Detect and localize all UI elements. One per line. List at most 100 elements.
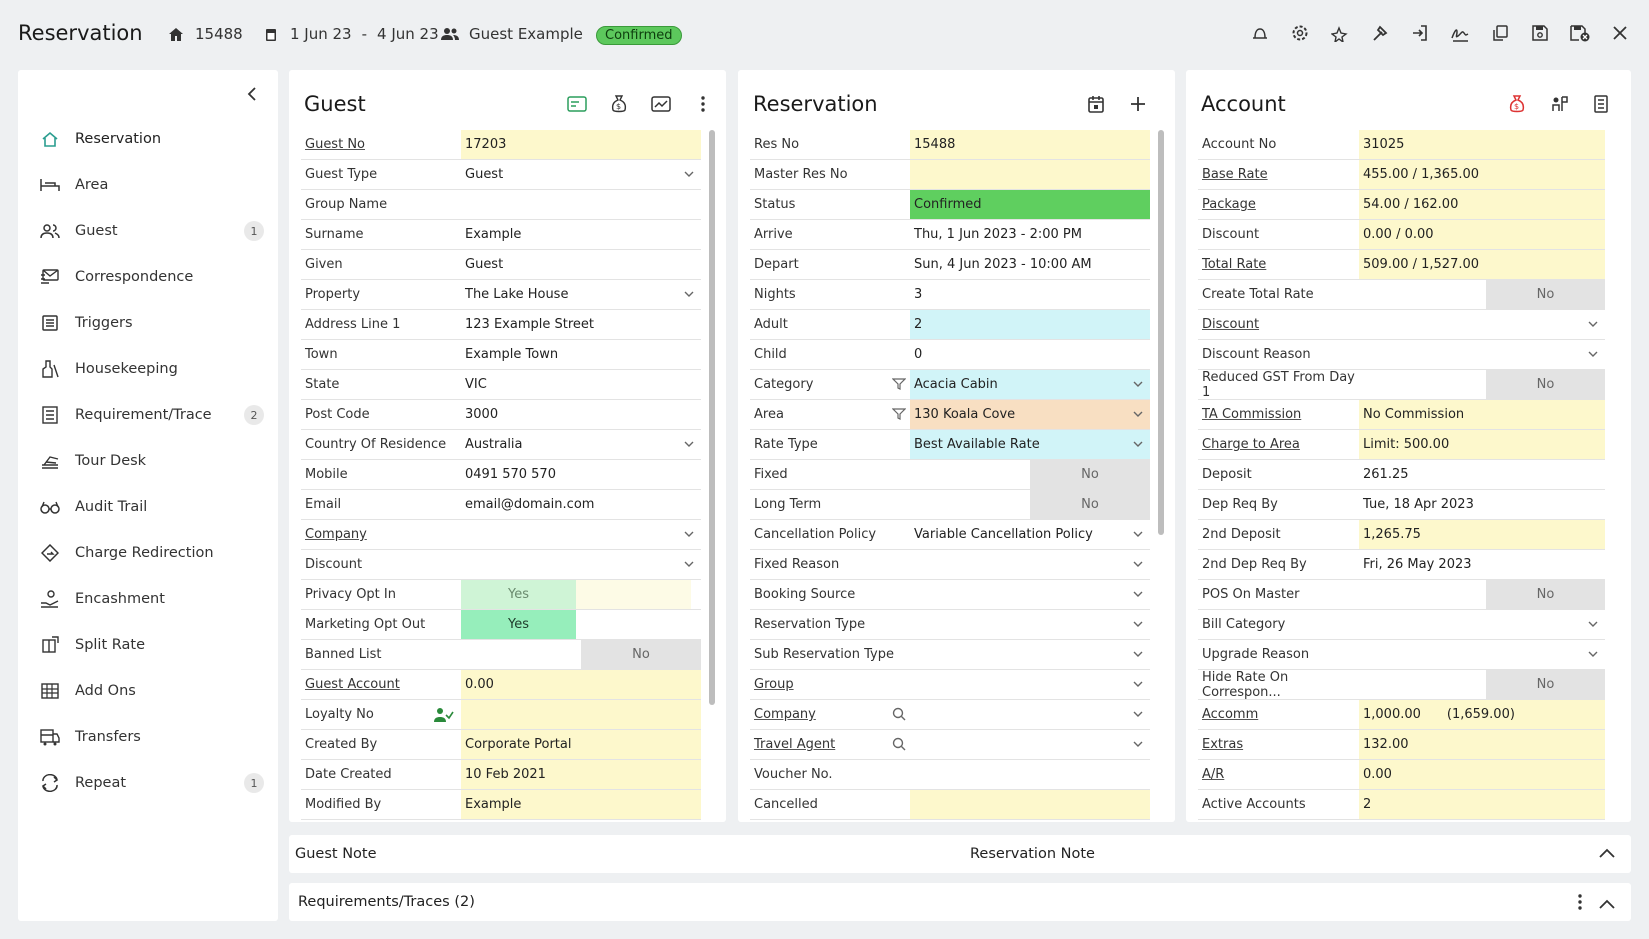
sidebar-item-encashment[interactable]: Encashment — [18, 576, 278, 622]
field-value[interactable] — [910, 550, 1150, 579]
field-value[interactable]: Example — [461, 790, 701, 819]
field-value[interactable]: Best Available Rate — [910, 430, 1150, 459]
field-value[interactable]: 54.00 / 162.00 — [1359, 190, 1605, 219]
field-value[interactable]: Guest — [461, 250, 701, 279]
close-icon[interactable] — [1609, 22, 1631, 44]
field-label[interactable]: A/R — [1198, 760, 1359, 789]
chevron-down-icon[interactable] — [1132, 558, 1144, 570]
chevron-down-icon[interactable] — [1587, 618, 1599, 630]
field-value[interactable]: 0491 570 570 — [461, 460, 701, 489]
toggle-no-option[interactable] — [576, 580, 691, 609]
field-value[interactable] — [461, 520, 701, 549]
toggle-value[interactable]: No — [1486, 370, 1605, 399]
toggle-value[interactable]: No — [1486, 580, 1605, 609]
field-value[interactable] — [910, 790, 1150, 819]
chevron-down-icon[interactable] — [683, 438, 695, 450]
save-close-icon[interactable] — [1569, 22, 1591, 44]
chevron-up-icon[interactable] — [1599, 846, 1615, 862]
field-value[interactable]: 0 — [910, 340, 1150, 369]
id-card-icon[interactable] — [567, 94, 587, 114]
toggle-field[interactable]: No — [1359, 670, 1605, 699]
toggle-value[interactable]: No — [1486, 280, 1605, 309]
copy-icon[interactable] — [1489, 22, 1511, 44]
toggle-field[interactable]: No — [910, 490, 1150, 519]
toggle-value[interactable]: No — [581, 640, 701, 669]
field-value[interactable]: 31025 — [1359, 130, 1605, 159]
chevron-down-icon[interactable] — [1132, 708, 1144, 720]
field-label[interactable]: Guest No — [301, 130, 461, 159]
field-value[interactable]: 10 Feb 2021 — [461, 760, 701, 789]
toggle-value[interactable]: No — [1486, 670, 1605, 699]
field-value[interactable] — [461, 190, 701, 219]
field-value[interactable]: Acacia Cabin — [910, 370, 1150, 399]
sign-in-icon[interactable] — [1409, 22, 1431, 44]
field-value[interactable] — [910, 610, 1150, 639]
chevron-down-icon[interactable] — [1132, 738, 1144, 750]
person-flag-icon[interactable] — [1549, 94, 1569, 114]
field-value[interactable]: 2 — [1359, 790, 1605, 819]
field-value[interactable]: The Lake House — [461, 280, 701, 309]
field-value[interactable]: Tue, 18 Apr 2023 — [1359, 490, 1605, 519]
chevron-down-icon[interactable] — [1587, 348, 1599, 360]
sidebar-item-split-rate[interactable]: Split Rate — [18, 622, 278, 668]
user-check-icon[interactable] — [434, 707, 454, 722]
hammer-icon[interactable] — [1369, 22, 1391, 44]
field-value[interactable]: 509.00 / 1,527.00 — [1359, 250, 1605, 279]
field-value[interactable]: 123 Example Street — [461, 310, 701, 339]
field-value[interactable]: Australia — [461, 430, 701, 459]
chevron-down-icon[interactable] — [1132, 438, 1144, 450]
field-value[interactable]: Thu, 1 Jun 2023 - 2:00 PM — [910, 220, 1150, 249]
field-value[interactable]: 1,000.00 (1,659.00) — [1359, 700, 1605, 729]
chevron-down-icon[interactable] — [1132, 618, 1144, 630]
field-value[interactable]: Variable Cancellation Policy — [910, 520, 1150, 549]
calendar-add-icon[interactable] — [1086, 94, 1106, 114]
guest-note-label[interactable]: Guest Note — [295, 846, 377, 862]
chevron-down-icon[interactable] — [683, 288, 695, 300]
search-icon[interactable] — [892, 737, 906, 751]
sidebar-item-area[interactable]: Area — [18, 162, 278, 208]
field-label[interactable]: Company — [301, 520, 461, 549]
field-value[interactable]: 261.25 — [1359, 460, 1605, 489]
sparkle-star-icon[interactable] — [1329, 22, 1351, 44]
guest-scrollbar[interactable] — [709, 130, 715, 705]
bell-icon[interactable] — [1249, 22, 1271, 44]
field-value[interactable]: No Commission — [1359, 400, 1605, 429]
toggle-field[interactable]: No — [461, 640, 701, 669]
chevron-down-icon[interactable] — [683, 528, 695, 540]
filter-icon[interactable] — [891, 407, 907, 421]
requirements-bar[interactable]: Requirements/Traces (2) — [289, 883, 1631, 921]
field-value[interactable]: Confirmed — [910, 190, 1150, 219]
field-value[interactable]: 0.00 — [1359, 760, 1605, 789]
field-value[interactable] — [910, 580, 1150, 609]
field-label[interactable]: Base Rate — [1198, 160, 1359, 189]
notes-bar[interactable]: Guest Note Reservation Note — [289, 835, 1631, 873]
sidebar-item-add-ons[interactable]: Add Ons — [18, 668, 278, 714]
field-value[interactable]: Fri, 26 May 2023 — [1359, 550, 1605, 579]
field-value[interactable] — [1359, 610, 1605, 639]
sidebar-item-audit-trail[interactable]: Audit Trail — [18, 484, 278, 530]
chevron-up-icon[interactable] — [1599, 897, 1615, 913]
signature-icon[interactable] — [1449, 22, 1471, 44]
field-value[interactable] — [910, 700, 1150, 729]
reservation-note-label[interactable]: Reservation Note — [970, 846, 1095, 862]
money-bag-alert-icon[interactable]: $ — [1507, 94, 1527, 114]
field-value[interactable]: Corporate Portal — [461, 730, 701, 759]
toggle-field[interactable]: Yes — [461, 580, 701, 609]
toggle-field[interactable]: No — [910, 460, 1150, 489]
field-value[interactable]: Guest — [461, 160, 701, 189]
search-icon[interactable] — [892, 707, 906, 721]
receipt-icon[interactable] — [1591, 94, 1611, 114]
more-options-icon[interactable] — [1578, 894, 1582, 914]
toggle-field[interactable]: No — [1359, 580, 1605, 609]
field-label[interactable]: Guest Account — [301, 670, 461, 699]
sidebar-item-transfers[interactable]: Transfers — [18, 714, 278, 760]
field-value[interactable]: email@domain.com — [461, 490, 701, 519]
toggle-value[interactable]: No — [1030, 460, 1150, 489]
sidebar-item-reservation[interactable]: Reservation — [18, 116, 278, 162]
field-label[interactable]: Total Rate — [1198, 250, 1359, 279]
toggle-value[interactable]: Yes — [461, 580, 576, 609]
chevron-down-icon[interactable] — [1132, 408, 1144, 420]
field-value[interactable]: VIC — [461, 370, 701, 399]
chevron-down-icon[interactable] — [683, 168, 695, 180]
sidebar-item-triggers[interactable]: Triggers — [18, 300, 278, 346]
